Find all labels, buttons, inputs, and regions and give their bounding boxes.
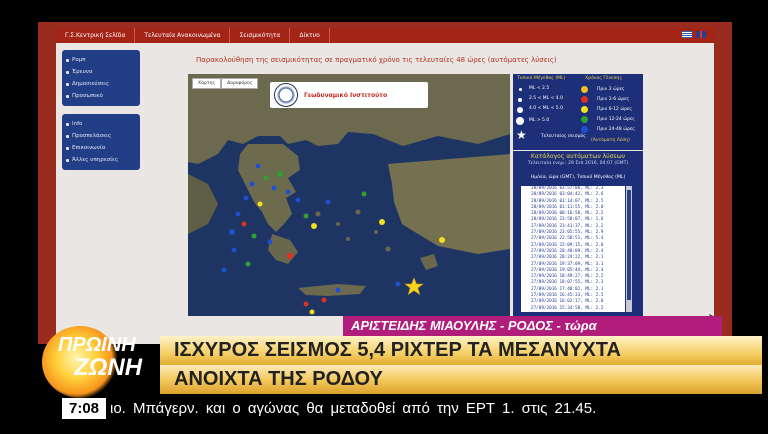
language-flags xyxy=(682,31,706,38)
headline-line1-bar: ΙΣΧΥΡΟΣ ΣΕΙΣΜΟΣ 5,4 ΡΙΧΤΕΡ ΤΑ ΜΕΣΑΝΥΧΤΑ xyxy=(160,336,762,365)
sidebar-item-staff[interactable]: Προσωπικό xyxy=(62,90,140,102)
catalog-row[interactable]: 27/09/2016 15:34:58, ML: 2.2 xyxy=(521,306,625,312)
catalog-list[interactable]: 28/09/2016 03:57:06, ML: 2.3 28/09/2016 0… xyxy=(521,186,625,312)
time-dot-12-24h-icon xyxy=(581,116,588,123)
catalog-scrollbar[interactable] xyxy=(626,186,632,312)
time-row-1: Πριν 2 ώρες xyxy=(597,87,625,92)
sidebar-item-access[interactable]: Προσπελάσεις xyxy=(62,130,140,142)
sidebar-item-info[interactable]: Info xyxy=(62,118,140,130)
time-row-4: Πριν 12-24 ώρες xyxy=(597,117,635,122)
web-page: Γ.Σ.Κεντρική Σελίδα Τελευταία Ανακοινωμέ… xyxy=(56,28,715,344)
institute-logo: Γεωδυναμικό Ινστιτούτο xyxy=(270,82,428,108)
sidebar-item-1[interactable]: Ρομπ xyxy=(62,54,140,66)
catalog-columns: Ημ/νία, ώρα (GMT), Τοπικό Μέγεθος (ML) xyxy=(530,175,626,180)
time-row-5: Πριν 24-48 ώρες xyxy=(597,127,635,132)
magnitude-row-latest: Τελευταίος σεισμός xyxy=(541,134,586,139)
tab-satellite[interactable]: Δορυφόρος xyxy=(221,78,259,89)
map-canvas xyxy=(188,74,510,316)
reporter-bar-text: ΑΡΙΣΤΕΙΔΗΣ ΜΙΑΟΥΛΗΣ - ΡΟΔΟΣ - τώρα xyxy=(351,318,597,333)
magnitude-dot-xlarge-icon xyxy=(516,117,524,125)
legend-time-title: Χρόνος Γένεσης xyxy=(585,76,623,81)
time-dot-24-48h-icon xyxy=(581,126,588,133)
time-dot-2h-icon xyxy=(581,86,588,93)
monitor-screen: Γ.Σ.Κεντρική Σελίδα Τελευταία Ανακοινωμέ… xyxy=(38,22,732,344)
news-ticker: 7:08 ιο. Μπάγερν. και ο αγώνας θα μεταδο… xyxy=(38,398,762,419)
latest-quake-star-icon: ★ xyxy=(516,128,527,142)
institute-seal-icon xyxy=(274,83,298,107)
institute-name: Γεωδυναμικό Ινστιτούτο xyxy=(304,91,388,99)
nav-network[interactable]: Δίκτυο xyxy=(290,28,330,43)
sidebar-item-research[interactable]: Έρευνα xyxy=(62,66,140,78)
time-dot-2-6h-icon xyxy=(581,96,588,103)
catalog-title: Κατάλογος αυτόματων λύσεων xyxy=(530,153,626,160)
headline-line1: ΙΣΧΥΡΟΣ ΣΕΙΣΜΟΣ 5,4 ΡΙΧΤΕΡ ΤΑ ΜΕΣΑΝΥΧΤΑ xyxy=(174,339,621,361)
ticker-text: ιο. Μπάγερν. και ο αγώνας θα μεταδοθεί α… xyxy=(110,400,597,417)
reporter-bar: ΑΡΙΣΤΕΙΔΗΣ ΜΙΑΟΥΛΗΣ - ΡΟΔΟΣ - τώρα xyxy=(343,316,722,336)
broadcast-frame: Γ.Σ.Κεντρική Σελίδα Τελευταία Ανακοινωμέ… xyxy=(0,0,768,434)
show-logo: ΠΡΩΙΝΗ ΖΩΝΗ xyxy=(38,326,178,398)
show-logo-line2: ΖΩΝΗ xyxy=(74,354,143,381)
magnitude-dot-small-icon xyxy=(519,88,522,91)
tab-map[interactable]: Χάρτης xyxy=(192,78,222,89)
headline-line2: ΑΝΟΙΧΤΑ ΤΗΣ ΡΟΔΟΥ xyxy=(174,368,383,390)
sidebar-item-publications[interactable]: Δημοσιεύσεις xyxy=(62,78,140,90)
nav-seismicity[interactable]: Σεισμικότητα xyxy=(230,28,291,43)
magnitude-row-3: 4.0 < ML < 5.0 xyxy=(529,106,563,111)
time-row-2: Πριν 2-6 ώρες xyxy=(597,97,630,102)
magnitude-row-4: ML > 5.0 xyxy=(529,118,550,123)
magnitude-dot-large-icon xyxy=(517,107,523,113)
sidebar: Ρομπ Έρευνα Δημοσιεύσεις Προσωπικό Info … xyxy=(62,50,140,178)
clock: 7:08 xyxy=(62,398,106,419)
automatic-solutions-catalog: Κατάλογος αυτόματων λύσεων Τελευταία ενη… xyxy=(513,151,643,316)
time-dot-6-12h-icon xyxy=(581,106,588,113)
legend-magnitude-title: Τοπικό Μέγεθος (ML) xyxy=(517,76,566,81)
catalog-updated: Τελευταία ενημ.: 29 Σεπ 2016, 04:07 (GMT… xyxy=(527,161,629,166)
show-logo-line1: ΠΡΩΙΝΗ xyxy=(58,334,136,356)
headline-line2-bar: ΑΝΟΙΧΤΑ ΤΗΣ ΡΟΔΟΥ xyxy=(160,365,762,394)
magnitude-row-2: 2.5 < ML < 4.0 xyxy=(529,96,563,101)
magnitude-dot-medium-icon xyxy=(518,98,522,102)
sidebar-group-info: Info Προσπελάσεις Επικοινωνία Άλλες υπηρ… xyxy=(62,114,140,170)
greek-flag-icon[interactable] xyxy=(682,31,692,38)
page-title: Παρακολούθηση της σεισμικότητας σε πραγμ… xyxy=(196,56,557,64)
catalog-scrollbar-thumb[interactable] xyxy=(627,190,631,300)
top-navbar: Γ.Σ.Κεντρική Σελίδα Τελευταία Ανακοινωμέ… xyxy=(56,28,714,43)
nav-latest[interactable]: Τελευταία Ανακοινωμένα xyxy=(135,28,231,43)
sidebar-item-contact[interactable]: Επικοινωνία xyxy=(62,142,140,154)
map-type-tabs: Χάρτης Δορυφόρος xyxy=(192,78,259,89)
seismic-map[interactable]: Χάρτης Δορυφόρος Γεωδυναμικό Ινστιτούτο xyxy=(188,74,510,316)
time-row-3: Πριν 6-12 ώρες xyxy=(597,107,633,112)
time-row-auto: (Αυτόματη Λύση) xyxy=(591,138,630,143)
sidebar-group-main: Ρομπ Έρευνα Δημοσιεύσεις Προσωπικό xyxy=(62,50,140,106)
magnitude-row-1: ML < 2.5 xyxy=(529,86,550,91)
map-legend: Τοπικό Μέγεθος (ML) Χρόνος Γένεσης ML < … xyxy=(513,74,643,150)
uk-flag-icon[interactable] xyxy=(696,31,706,38)
headline: ΙΣΧΥΡΟΣ ΣΕΙΣΜΟΣ 5,4 ΡΙΧΤΕΡ ΤΑ ΜΕΣΑΝΥΧΤΑ … xyxy=(160,336,762,396)
nav-home[interactable]: Γ.Σ.Κεντρική Σελίδα xyxy=(56,28,136,43)
sidebar-item-services[interactable]: Άλλες υπηρεσίες xyxy=(62,154,140,166)
